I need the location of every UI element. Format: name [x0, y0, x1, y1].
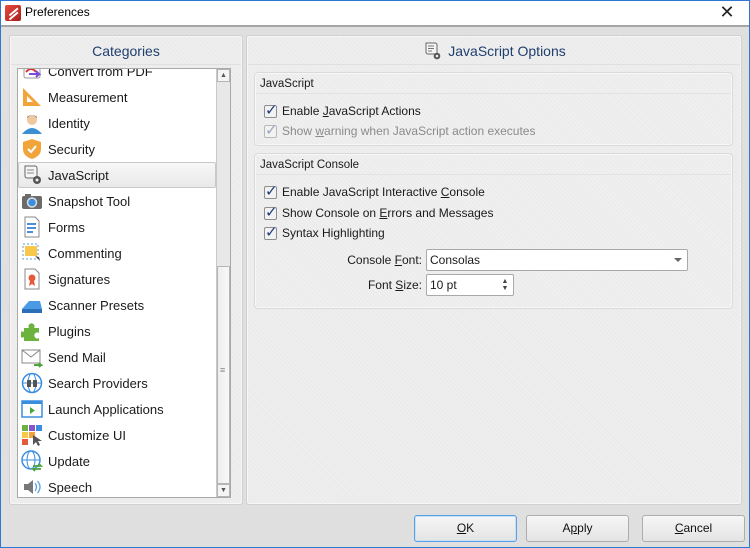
show-warning-label: Show warning when JavaScript action exec… — [282, 124, 536, 138]
show-console-on-errors-checkbox[interactable]: Show Console on Errors and Messages — [264, 203, 494, 221]
app-logo-icon — [5, 5, 21, 21]
font-size-spinbox[interactable]: 10 pt ▲ ▼ — [426, 274, 514, 296]
cancel-button[interactable]: Cancel — [642, 515, 745, 542]
category-item-label: Commenting — [48, 245, 122, 261]
checkbox-checked-icon[interactable] — [264, 203, 278, 221]
category-item-search-providers[interactable]: Search Providers — [18, 370, 216, 396]
spin-up-down-icon[interactable]: ▲ ▼ — [501, 278, 509, 292]
enable-interactive-console-checkbox[interactable]: Enable JavaScript Interactive Console — [264, 182, 485, 200]
category-item-label: Measurement — [48, 89, 128, 105]
javascript-console-group: JavaScript Console Enable JavaScript Int… — [255, 154, 732, 308]
category-item-signatures[interactable]: Signatures — [18, 266, 216, 292]
javascript-group: JavaScript Enable JavaScript Actions Sho… — [255, 73, 732, 145]
category-item-snapshot-tool[interactable]: Snapshot Tool — [18, 188, 216, 214]
close-button[interactable]: ✕ — [713, 2, 741, 24]
enable-interactive-console-label: Enable JavaScript Interactive Console — [282, 185, 485, 199]
checkbox-checked-icon[interactable] — [264, 182, 278, 200]
show-console-on-errors-label: Show Console on Errors and Messages — [282, 206, 494, 220]
scroll-up-button[interactable]: ▲ — [217, 69, 230, 82]
apply-button[interactable]: Apply — [526, 515, 629, 542]
category-item-label: Launch Applications — [48, 401, 164, 417]
options-panel: JavaScript Options JavaScript Enable Jav… — [247, 36, 741, 504]
category-item-identity[interactable]: Identity — [18, 110, 216, 136]
enable-javascript-actions-label: Enable JavaScript Actions — [282, 104, 421, 118]
categories-list-items: Convert from PDF Measurement Identity Secur… — [18, 68, 216, 497]
categories-list[interactable]: Convert from PDF Measurement Identity Secur… — [17, 68, 231, 498]
javascript-console-group-title: JavaScript Console — [256, 155, 731, 175]
font-size-label: Font Size: — [367, 278, 422, 292]
script-gear-icon — [422, 41, 442, 61]
category-item-label: Update — [48, 453, 90, 469]
categories-panel: Categories Convert from PDF Measurement Id… — [10, 36, 242, 504]
category-item-label: Snapshot Tool — [48, 193, 131, 209]
category-item-scanner-presets[interactable]: Scanner Presets — [18, 292, 216, 318]
checkbox-checked-icon[interactable] — [264, 223, 278, 241]
category-item-label: Speech — [48, 479, 93, 495]
category-item-label: Customize UI — [48, 427, 127, 443]
category-item-forms[interactable]: Forms — [18, 214, 216, 240]
camera-icon — [21, 190, 43, 212]
checkbox-checked-icon[interactable] — [264, 101, 278, 119]
envelope-icon — [21, 346, 44, 368]
scroll-down-button[interactable]: ▼ — [217, 484, 230, 497]
color-tiles-cursor-icon — [21, 424, 43, 446]
syntax-highlighting-checkbox[interactable]: Syntax Highlighting — [264, 223, 385, 241]
shield-icon — [21, 138, 43, 160]
category-item-update[interactable]: Update — [18, 448, 216, 474]
font-size-value: 10 pt — [430, 278, 457, 292]
ok-button[interactable]: OK — [414, 515, 517, 542]
category-item-launch-applications[interactable]: Launch Applications — [18, 396, 216, 422]
person-icon — [21, 112, 43, 134]
triangle-ruler-icon — [21, 86, 43, 108]
category-item-javascript[interactable]: JavaScript — [18, 162, 216, 188]
dialog-body: Categories Convert from PDF Measurement Id… — [1, 25, 749, 547]
category-item-label: Forms — [48, 219, 85, 235]
category-item-measurement[interactable]: Measurement — [18, 84, 216, 110]
chevron-down-icon[interactable] — [674, 258, 682, 262]
category-item-label: JavaScript — [48, 167, 109, 183]
app-window-play-icon — [21, 398, 43, 420]
script-gear-icon — [21, 164, 43, 186]
options-title: JavaScript Options — [448, 42, 566, 59]
category-item-label: Identity — [48, 115, 90, 131]
title-bar: Preferences ✕ — [1, 1, 749, 25]
certificate-icon — [21, 268, 43, 290]
scanner-icon — [21, 294, 43, 316]
category-item-send-mail[interactable]: Send Mail — [18, 344, 216, 370]
category-item-speech[interactable]: Speech — [18, 474, 216, 497]
console-font-label: Console Font: — [347, 253, 422, 267]
category-item-label: Search Providers — [48, 375, 148, 391]
category-item-label: Security — [48, 141, 95, 157]
syntax-highlighting-label: Syntax Highlighting — [282, 226, 385, 240]
category-item-security[interactable]: Security — [18, 136, 216, 162]
enable-javascript-actions-checkbox[interactable]: Enable JavaScript Actions — [264, 101, 421, 119]
globe-refresh-icon — [21, 450, 44, 472]
category-item-label: Plugins — [48, 323, 91, 339]
preferences-dialog: Preferences ✕ Categories Convert from PD… — [0, 0, 750, 548]
categories-scrollbar[interactable]: ▲ ▼ — [216, 69, 230, 497]
category-item-label: Convert from PDF — [48, 68, 153, 79]
javascript-group-title: JavaScript — [256, 74, 731, 94]
puzzle-piece-icon — [19, 320, 43, 342]
category-item-label: Signatures — [48, 271, 111, 287]
console-font-dropdown[interactable]: Consolas — [426, 249, 688, 271]
comment-note-icon — [21, 242, 43, 264]
speaker-icon — [21, 476, 43, 497]
globe-binoculars-icon — [21, 372, 43, 394]
show-warning-checkbox: Show warning when JavaScript action exec… — [264, 121, 536, 139]
console-font-value: Consolas — [430, 253, 481, 267]
scroll-thumb[interactable] — [217, 266, 230, 484]
window-title: Preferences — [25, 5, 90, 19]
categories-header: Categories — [11, 37, 241, 65]
category-item-label: Send Mail — [48, 349, 106, 365]
checkbox-checked-icon — [264, 121, 278, 139]
options-header: JavaScript Options — [248, 37, 740, 65]
form-document-icon — [21, 216, 43, 238]
category-item-customize-ui[interactable]: Customize UI — [18, 422, 216, 448]
category-item-plugins[interactable]: Plugins — [18, 318, 216, 344]
category-item-label: Scanner Presets — [48, 297, 145, 313]
convert-from-pdf-icon — [21, 69, 43, 82]
category-item-convert-from-pdf[interactable]: Convert from PDF — [18, 68, 216, 84]
category-item-commenting[interactable]: Commenting — [18, 240, 216, 266]
